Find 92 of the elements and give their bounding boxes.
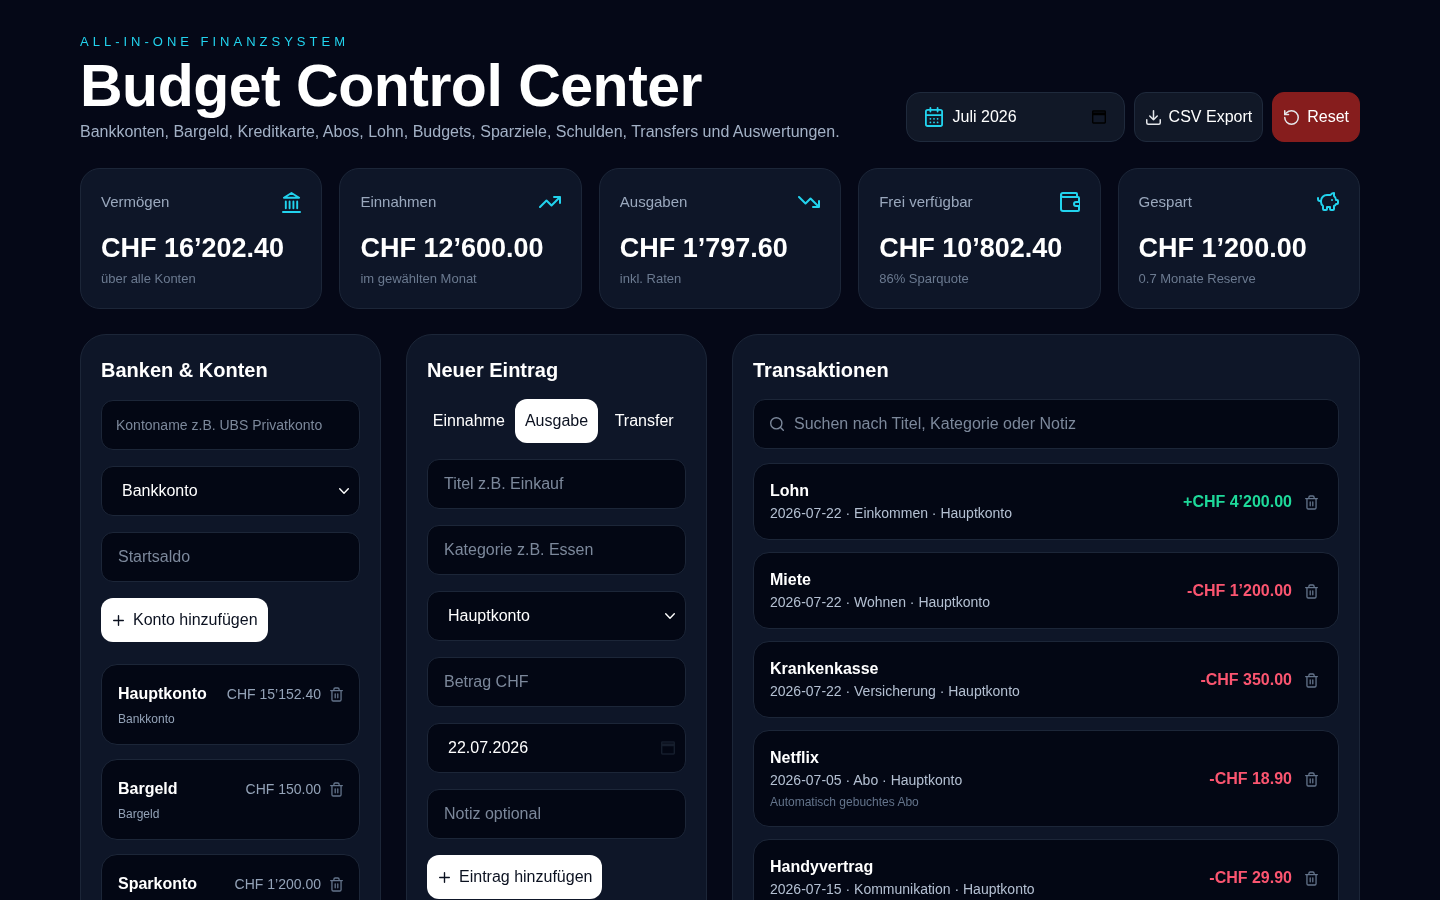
- wallet-icon: [1059, 192, 1080, 212]
- amount-field[interactable]: Betrag CHF: [427, 657, 686, 707]
- transaction-card[interactable]: Lohn 2026-07-22 · Einkommen · Hauptkonto +CHF 4’200.00: [753, 463, 1339, 540]
- account-type: Bargeld: [118, 806, 161, 822]
- stat-value: CHF 12’600.00: [360, 232, 545, 265]
- add-entry-button[interactable]: Eintrag hinzufügen: [427, 855, 603, 899]
- account-type: Bankkonto: [118, 711, 176, 727]
- trash-icon[interactable]: [1305, 583, 1318, 599]
- stat-note: im gewählten Monat: [360, 270, 478, 288]
- title-field[interactable]: Titel z.B. Einkauf: [427, 459, 686, 509]
- trash-icon[interactable]: [330, 781, 343, 797]
- csv-export-button[interactable]: CSV Export: [1133, 92, 1264, 142]
- transaction-amount: -CHF 18.90: [1209, 770, 1292, 788]
- download-icon: [1145, 109, 1161, 125]
- trash-icon[interactable]: [1305, 672, 1318, 688]
- date-field[interactable]: 22.07.2026: [427, 723, 686, 773]
- stat-value: CHF 1’200.00: [1138, 232, 1308, 265]
- transaction-title: Lohn: [770, 481, 811, 501]
- circular-arrow-icon: [1284, 109, 1300, 125]
- transaction-card[interactable]: Netflix 2026-07-05 · Abo · Hauptkonto Automatisch gebuchtes Abo -CHF 18.90: [753, 730, 1339, 827]
- account-balance: CHF 15’152.40: [226, 686, 321, 702]
- transaction-meta: 2026-07-22 · Versicherung · Hauptkonto: [770, 682, 1020, 701]
- bank-icon: [282, 191, 302, 213]
- account-select[interactable]: Hauptkonto: [427, 591, 686, 641]
- trash-icon[interactable]: [1305, 870, 1318, 886]
- search-icon: [770, 417, 784, 431]
- trending-up-icon: [538, 196, 561, 208]
- stat-note: 0.7 Monate Reserve: [1138, 270, 1257, 288]
- chevron-down-icon: [665, 613, 675, 619]
- account-balance: CHF 1’200.00: [234, 876, 321, 892]
- transaction-meta: 2026-07-22 · Wohnen · Hauptkonto: [770, 593, 990, 612]
- account-card[interactable]: Sparkonto CHF 1’200.00: [101, 854, 360, 900]
- trash-icon[interactable]: [1305, 494, 1318, 510]
- month-picker[interactable]: Juli 2026: [905, 92, 1125, 142]
- stat-note: 86% Sparquote: [879, 270, 970, 288]
- account-name: Sparkonto: [118, 875, 198, 893]
- transaction-title: Handyvertrag: [770, 857, 875, 877]
- transaction-card[interactable]: Miete 2026-07-22 · Wohnen · Hauptkonto -CHF 1’200.00: [753, 552, 1339, 629]
- stat-label: Einnahmen: [360, 192, 437, 212]
- transaction-title: Krankenkasse: [770, 659, 880, 679]
- transaction-amount: +CHF 4’200.00: [1183, 493, 1292, 511]
- transaction-amount: -CHF 350.00: [1200, 671, 1292, 689]
- chevron-down-icon: [339, 488, 349, 494]
- trash-icon[interactable]: [1305, 771, 1318, 787]
- stat-note: inkl. Raten: [619, 270, 683, 288]
- stat-label: Ausgaben: [619, 192, 688, 212]
- add-account-button[interactable]: Konto hinzufügen: [101, 598, 268, 642]
- transaction-title: Netflix: [770, 748, 820, 768]
- trending-down-icon: [798, 196, 821, 208]
- account-name: Hauptkonto: [118, 685, 207, 703]
- stat-label: Frei verfügbar: [879, 192, 973, 212]
- transaction-title: Miete: [770, 570, 812, 590]
- calendar-icon: [924, 107, 943, 127]
- panel-title: Neuer Eintrag: [427, 358, 560, 383]
- stat-note: über alle Konten: [101, 270, 197, 288]
- transaction-meta: 2026-07-22 · Einkommen · Hauptkonto: [770, 504, 1013, 523]
- stat-value: CHF 10’802.40: [879, 232, 1064, 265]
- transaction-amount: -CHF 29.90: [1209, 869, 1292, 887]
- piggy-bank-icon: [1317, 192, 1339, 212]
- account-card[interactable]: Bargeld CHF 150.00 Bargeld: [101, 759, 360, 840]
- search-field[interactable]: Suchen nach Titel, Kategorie oder Notiz: [753, 399, 1339, 449]
- panel-title: Transaktionen: [753, 358, 890, 383]
- account-name-field[interactable]: Kontoname z.B. UBS Privatkonto: [101, 400, 360, 450]
- trash-icon[interactable]: [330, 686, 343, 702]
- transaction-note: Automatisch gebuchtes Abo: [770, 794, 920, 810]
- transaction-card[interactable]: Krankenkasse 2026-07-22 · Versicherung · Hauptkonto -CHF 350.00: [753, 641, 1339, 718]
- stat-value: CHF 16’202.40: [101, 232, 286, 265]
- entry-type-tab[interactable]: Transfer: [602, 399, 686, 443]
- transaction-amount: -CHF 1’200.00: [1187, 582, 1292, 600]
- panel-title: Banken & Konten: [101, 358, 269, 383]
- stat-label: Gespart: [1138, 192, 1192, 212]
- page-title: Budget Control Center: [80, 52, 704, 120]
- stat-label: Vermögen: [101, 192, 170, 212]
- eyebrow-label: ALL-IN-ONE FINANZSYSTEM: [80, 34, 350, 50]
- category-field[interactable]: Kategorie z.B. Essen: [427, 525, 686, 575]
- account-name: Bargeld: [118, 780, 178, 798]
- transaction-meta: 2026-07-05 · Abo · Hauptkonto: [770, 771, 963, 790]
- page-subtitle: Bankkonten, Bargeld, Kreditkarte, Abos, Lohn, Budgets, Sparziele, Schulden, Transfers und Auswertungen.: [80, 122, 840, 142]
- stat-value: CHF 1’797.60: [619, 232, 789, 265]
- entry-type-tab[interactable]: Ausgabe: [514, 399, 599, 443]
- starting-balance-field[interactable]: Startsaldo: [101, 532, 360, 582]
- note-field[interactable]: Notiz optional: [427, 789, 686, 839]
- account-card[interactable]: Hauptkonto CHF 15’152.40 Bankkonto: [101, 664, 360, 745]
- account-type-select[interactable]: Bankkonto: [101, 466, 360, 516]
- transaction-card[interactable]: Handyvertrag 2026-07-15 · Kommunikation · Hauptkonto -CHF 29.90: [753, 839, 1339, 900]
- reset-button[interactable]: Reset: [1272, 92, 1360, 142]
- entry-type-tab[interactable]: Einnahme: [427, 399, 511, 443]
- plus-icon: [439, 871, 450, 883]
- transaction-meta: 2026-07-15 · Kommunikation · Hauptkonto: [770, 880, 1035, 899]
- account-balance: CHF 150.00: [245, 781, 321, 797]
- trash-icon[interactable]: [330, 876, 343, 892]
- plus-icon: [113, 614, 124, 626]
